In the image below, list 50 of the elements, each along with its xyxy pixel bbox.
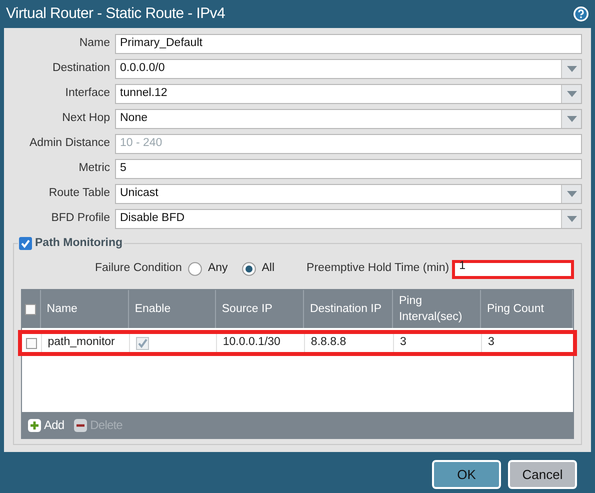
field-label: Route Table — [48, 186, 111, 202]
radio-option[interactable]: All — [242, 260, 275, 278]
table-cell-text: 3 — [488, 335, 494, 350]
section-title: Path Monitoring — [35, 236, 123, 251]
row-checkbox[interactable] — [26, 338, 37, 348]
dropdown-field[interactable]: None — [115, 109, 582, 129]
table-cell-text: path_monitor — [48, 335, 115, 350]
field-label: Next Hop — [61, 111, 111, 126]
window-title: Virtual Router - Static Route - IPv4 — [6, 4, 226, 24]
add-button[interactable]: Add — [28, 416, 64, 434]
input-field[interactable]: 5 — [115, 159, 582, 179]
input-field[interactable]: Primary_Default — [115, 34, 582, 54]
field-label: BFD Profile — [50, 211, 111, 226]
dropdown-field[interactable]: tunnel.12 — [115, 84, 582, 104]
select-all-checkbox[interactable] — [25, 304, 36, 314]
column-header[interactable]: Enable — [134, 301, 171, 317]
table-row[interactable]: path_monitor 10.0.0.1/30 8.8.8.8 3 3 — [18, 330, 577, 356]
field-label: Failure Condition — [95, 261, 182, 276]
radio-option[interactable]: Any — [188, 260, 228, 278]
field-label: Name — [78, 36, 111, 52]
dropdown-field[interactable]: 0.0.0.0/0 — [115, 59, 582, 79]
plus-icon — [28, 418, 41, 432]
table-cell-text: 10.0.0.1/30 — [222, 335, 280, 350]
dropdown-field[interactable]: Disable BFD — [115, 209, 582, 229]
radio-button[interactable] — [188, 262, 202, 276]
dropdown-field[interactable]: Unicast — [115, 184, 582, 204]
column-header[interactable]: Ping Count — [487, 301, 544, 317]
field-label: Metric — [78, 161, 111, 176]
column-header[interactable]: Ping Interval(sec) — [398, 293, 474, 325]
table-cell-text: 8.8.8.8 — [310, 335, 346, 350]
caret-icon — [566, 116, 576, 122]
cancel-button[interactable]: Cancel — [508, 460, 577, 489]
ok-button[interactable]: OK — [432, 460, 501, 489]
column-header[interactable]: Name — [46, 301, 78, 317]
field-label: Admin Distance — [28, 136, 111, 152]
caret-icon — [566, 91, 576, 97]
radio-button[interactable] — [242, 262, 256, 276]
table-cell-text: 3 — [400, 335, 406, 350]
field-label: Interface — [64, 86, 111, 102]
caret-icon — [566, 216, 576, 222]
input-field[interactable]: 1 — [452, 260, 574, 278]
caret-icon — [566, 191, 576, 197]
caret-icon — [566, 66, 576, 72]
help-icon[interactable] — [573, 6, 589, 22]
column-header[interactable]: Destination IP — [310, 301, 382, 317]
column-header[interactable]: Source IP — [222, 301, 272, 317]
field-label: Preemptive Hold Time (min) — [306, 261, 450, 276]
field-label: Destination — [51, 61, 111, 76]
minus-icon — [74, 418, 88, 432]
path-monitoring-checkbox[interactable] — [19, 237, 32, 250]
